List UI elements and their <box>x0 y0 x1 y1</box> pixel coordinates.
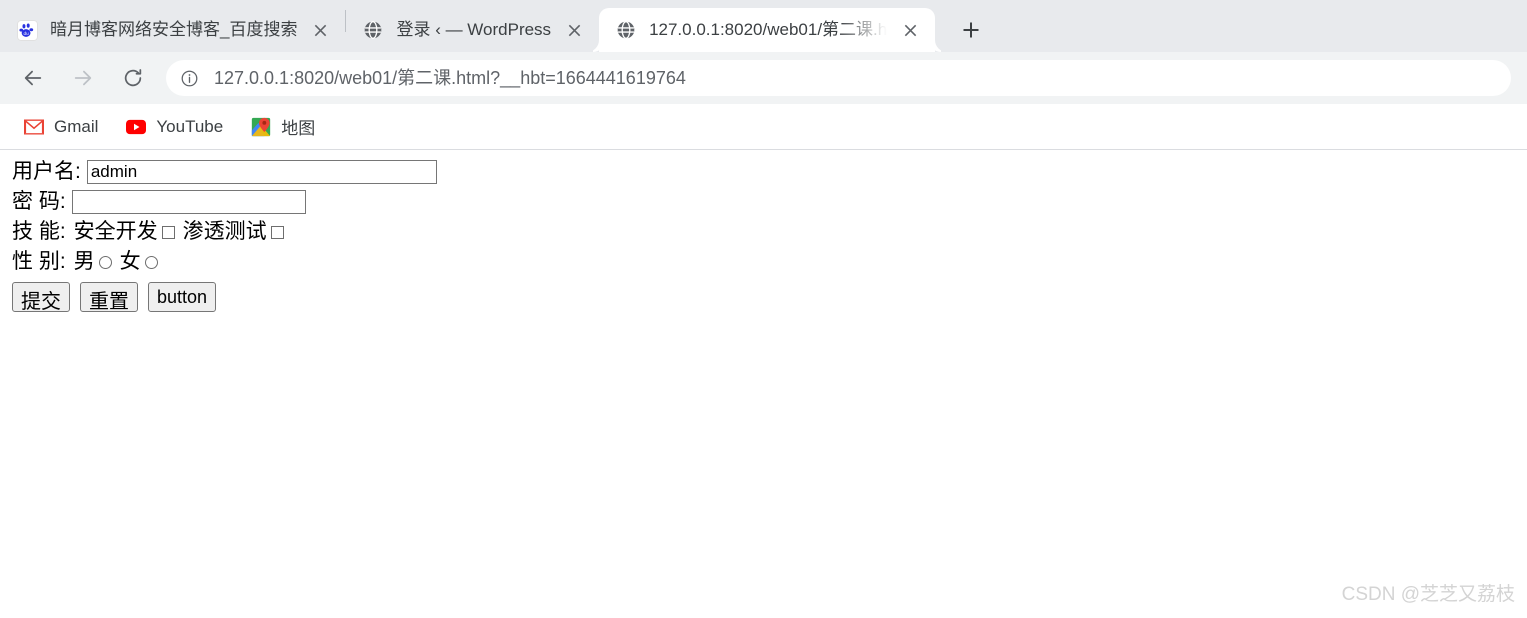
browser-tab-title: 127.0.0.1:8020/web01/第二课.h <box>649 20 888 39</box>
skills-row: 技 能: 安全开发 渗透测试 <box>0 218 1527 246</box>
bookmark-label: Gmail <box>54 116 99 136</box>
generic-button[interactable]: button <box>148 282 217 312</box>
skill-checkbox-2[interactable] <box>270 225 284 239</box>
username-input[interactable] <box>86 160 437 184</box>
skill-option-label-2: 渗透测试 <box>182 220 267 243</box>
gender-row: 性 别: 男 女 <box>0 248 1527 276</box>
reload-icon[interactable] <box>113 58 153 98</box>
google-maps-icon <box>251 117 271 137</box>
gmail-icon <box>24 117 44 137</box>
forward-arrow-icon[interactable] <box>63 58 103 98</box>
browser-tab-title: 登录 ‹ — WordPress <box>396 20 552 39</box>
skills-label: 技 能: <box>12 220 66 243</box>
baidu-icon: du <box>16 19 38 41</box>
password-row: 密 码: <box>0 188 1527 216</box>
address-bar[interactable]: 127.0.0.1:8020/web01/第二课.html?__hbt=1664… <box>166 60 1511 96</box>
username-label: 用户名: <box>12 160 81 183</box>
password-label: 密 码: <box>12 190 66 213</box>
address-bar-url: 127.0.0.1:8020/web01/第二课.html?__hbt=1664… <box>214 68 686 88</box>
browser-toolbar: 127.0.0.1:8020/web01/第二课.html?__hbt=1664… <box>0 52 1527 104</box>
bookmarks-bar: Gmail YouTube 地图 <box>0 104 1527 150</box>
browser-tab-title: 暗月博客网络安全博客_百度搜索 <box>50 20 298 39</box>
tab-strip: du 暗月博客网络安全博客_百度搜索 登录 ‹ — WordPress 127.… <box>0 0 1527 52</box>
submit-button[interactable]: 提交 <box>12 282 70 313</box>
csdn-watermark: CSDN @芝芝又荔枝 <box>1341 584 1515 605</box>
gender-radio-female[interactable] <box>144 255 158 269</box>
globe-icon <box>362 19 384 41</box>
form-buttons: 提交 重置 button <box>0 282 1527 313</box>
new-tab-button[interactable] <box>949 8 993 52</box>
browser-tab-1[interactable]: du 暗月博客网络安全博客_百度搜索 <box>0 8 345 52</box>
page-content: 用户名: 密 码: 技 能: 安全开发 渗透测试 性 别: 男 女 提交 重置 … <box>0 150 1527 618</box>
username-row: 用户名: <box>0 158 1527 186</box>
skill-option-label-1: 安全开发 <box>73 220 158 243</box>
youtube-icon <box>126 117 147 137</box>
password-input[interactable] <box>71 190 306 214</box>
gender-radio-male[interactable] <box>98 255 112 269</box>
tab-close-icon[interactable] <box>897 17 923 43</box>
bookmark-maps[interactable]: 地图 <box>241 111 325 143</box>
tab-close-icon[interactable] <box>561 17 587 43</box>
svg-text:du: du <box>23 31 29 36</box>
bookmark-gmail[interactable]: Gmail <box>14 111 108 143</box>
browser-tab-2[interactable]: 登录 ‹ — WordPress <box>346 8 599 52</box>
skill-checkbox-1[interactable] <box>161 225 175 239</box>
gender-label: 性 别: <box>12 250 66 273</box>
tab-close-icon[interactable] <box>307 17 333 43</box>
reset-button[interactable]: 重置 <box>80 282 138 313</box>
browser-tab-3-active[interactable]: 127.0.0.1:8020/web01/第二课.h <box>599 8 936 52</box>
gender-option-label-2: 女 <box>119 250 141 273</box>
bookmark-label: 地图 <box>281 119 316 138</box>
globe-icon <box>615 19 637 41</box>
bookmark-label: YouTube <box>156 116 224 136</box>
browser-window: du 暗月博客网络安全博客_百度搜索 登录 ‹ — WordPress 127.… <box>0 0 1527 618</box>
back-arrow-icon[interactable] <box>13 58 53 98</box>
info-circle-icon[interactable] <box>180 69 202 88</box>
gender-option-label-1: 男 <box>73 250 95 273</box>
bookmark-youtube[interactable]: YouTube <box>116 111 233 143</box>
